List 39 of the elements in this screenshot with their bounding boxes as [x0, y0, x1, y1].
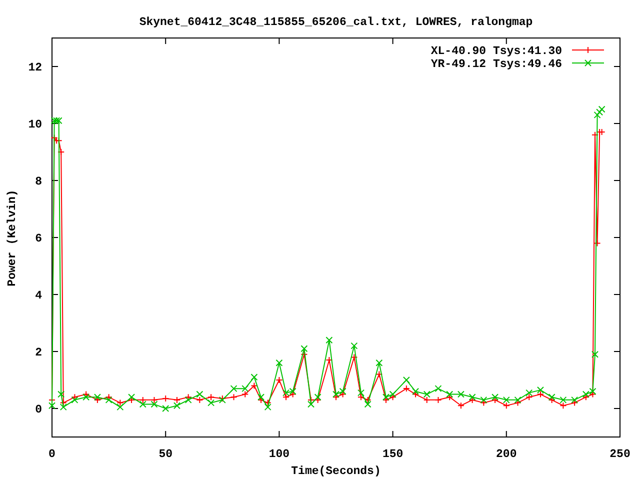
data-point	[276, 376, 283, 384]
data-point	[276, 359, 283, 366]
axis-tick-label: 0	[48, 448, 56, 461]
axis-tick-label: 150	[382, 448, 404, 461]
data-point	[592, 350, 598, 358]
data-point	[434, 385, 442, 392]
axis-tick-label: 10	[28, 118, 42, 132]
data-point	[162, 395, 170, 402]
chart-title: Skynet_60412_3C48_115855_65206_cal.txt, LOWRES, ralongmap	[139, 16, 533, 29]
axis-tick-label: 4	[35, 290, 42, 302]
data-point	[376, 359, 383, 366]
axis-tick-label: 6	[35, 232, 42, 246]
data-point	[326, 356, 333, 364]
axis-tick-label: 250	[610, 448, 630, 461]
axis-tick-label: 100	[268, 448, 290, 461]
data-point	[434, 396, 442, 404]
axis-tick-label: 50	[158, 448, 172, 461]
data-point	[457, 390, 464, 398]
data-point	[350, 354, 358, 361]
legend-label: YR-49.12 Tsys:49.46	[430, 58, 562, 71]
data-point	[350, 342, 358, 350]
data-point	[162, 405, 170, 412]
legend-marker-icon	[572, 60, 604, 66]
axis-label: Time(Seconds)	[291, 465, 381, 478]
data-point	[326, 336, 333, 344]
axis-tick-label: 0	[35, 404, 42, 416]
axis-label: Power (Kelvin)	[6, 190, 19, 286]
axis-tick-label: 12	[28, 62, 42, 74]
data-point	[376, 370, 383, 378]
data-point	[58, 148, 65, 156]
legend-marker-icon	[572, 46, 604, 54]
data-point	[594, 240, 601, 247]
data-point	[402, 385, 410, 392]
axis-tick-label: 8	[35, 176, 42, 188]
data-point	[457, 402, 464, 410]
axis-tick-label: 200	[496, 448, 517, 461]
data-point	[402, 376, 410, 384]
legend-label: XL-40.90 Tsys:41.30	[430, 45, 562, 58]
axis-tick-label: 2	[35, 346, 42, 360]
